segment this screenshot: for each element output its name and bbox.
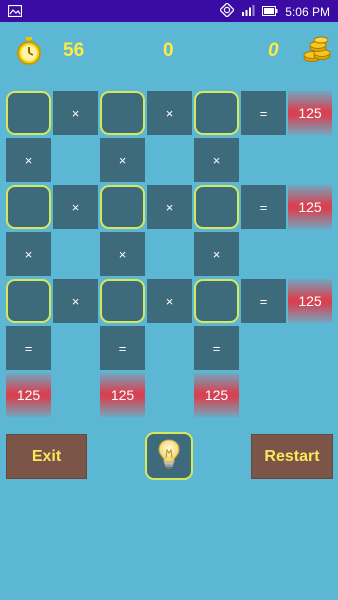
timer-value: 56 (63, 40, 85, 61)
equals-sign: = (241, 185, 286, 229)
multiply-sign: × (53, 279, 98, 323)
multiply-sign: × (147, 279, 192, 323)
column-target: 125 (6, 373, 51, 417)
lightbulb-icon (157, 438, 181, 475)
coins-icon (302, 34, 332, 69)
restart-button[interactable]: Restart (251, 434, 333, 479)
number-slot[interactable] (6, 185, 51, 229)
equals-sign: = (241, 279, 286, 323)
number-slot[interactable] (100, 185, 145, 229)
multiply-sign: × (6, 232, 51, 276)
hud: 56 0 0 (0, 34, 338, 72)
stopwatch-icon (16, 36, 42, 71)
score-value: 0 (163, 40, 174, 61)
number-slot[interactable] (194, 91, 239, 135)
number-slot[interactable] (100, 279, 145, 323)
signal-icon (241, 4, 255, 20)
status-time: 5:06 PM (285, 5, 330, 19)
number-slot[interactable] (6, 279, 51, 323)
exit-button[interactable]: Exit (6, 434, 87, 479)
multiply-sign: × (194, 232, 239, 276)
multiply-sign: × (6, 138, 51, 182)
status-bar: 5:06 PM (0, 0, 338, 22)
number-slot[interactable] (194, 185, 239, 229)
multiply-sign: × (53, 91, 98, 135)
number-slot[interactable] (194, 279, 239, 323)
multiply-sign: × (100, 138, 145, 182)
row-target: 125 (288, 91, 332, 135)
image-icon (7, 4, 23, 22)
number-slot[interactable] (100, 91, 145, 135)
sync-icon (219, 2, 236, 21)
multiply-sign: × (100, 232, 145, 276)
column-target: 125 (100, 373, 145, 417)
row-target: 125 (288, 185, 332, 229)
multiply-sign: × (194, 138, 239, 182)
multiply-sign: × (53, 185, 98, 229)
column-target: 125 (194, 373, 239, 417)
equals-sign: = (6, 326, 51, 370)
equals-sign: = (194, 326, 239, 370)
multiply-sign: × (147, 91, 192, 135)
battery-icon (262, 4, 278, 20)
hint-button[interactable] (145, 432, 193, 480)
number-slot[interactable] (6, 91, 51, 135)
row-target: 125 (288, 279, 332, 323)
multiply-sign: × (147, 185, 192, 229)
coins-value: 0 (268, 40, 279, 61)
equals-sign: = (241, 91, 286, 135)
equals-sign: = (100, 326, 145, 370)
